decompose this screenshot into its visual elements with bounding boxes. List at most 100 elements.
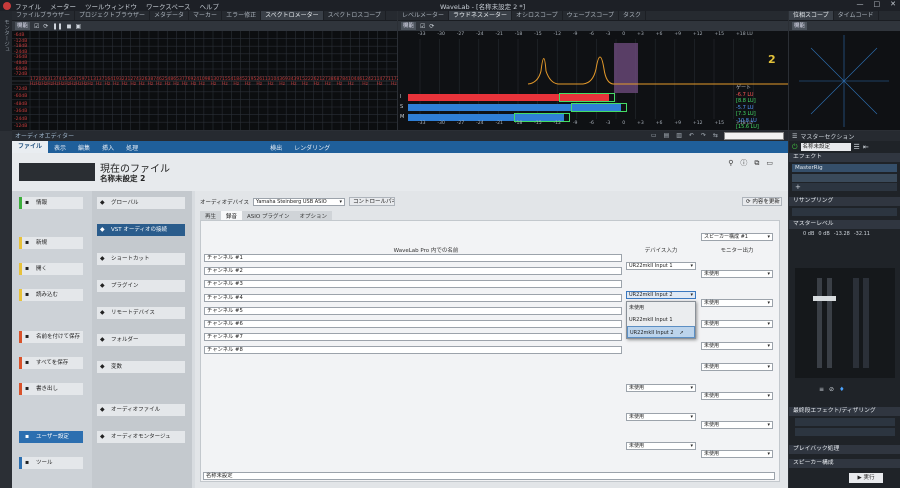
undo-icon[interactable]: ↶ [689,132,694,139]
loudness-refresh-icon[interactable]: ⟳ [429,23,434,30]
check-icon[interactable]: ☑ [34,23,39,30]
tab-project-browser[interactable]: プロジェクトブラウザー [75,11,151,20]
close-button[interactable]: ✕ [890,0,896,8]
tab-insert[interactable]: 挿入 [96,143,120,152]
nav-item-5[interactable]: ▪ すべてを保存 [19,357,83,369]
playback-processing-header[interactable]: プレイバック処理 [789,445,900,454]
tab-analyze[interactable]: 検出 [264,143,288,152]
monitor-output-select[interactable]: 未使用 [701,362,773,371]
monitor-output-select[interactable]: 未使用 [701,299,773,308]
settings-item-1[interactable]: ◆ VST オーディオの接続 [97,224,185,236]
device-input-select[interactable]: UR22mkII Input 1 [626,262,696,270]
tab-render[interactable]: レンダリング [288,143,336,152]
footer-name-field[interactable]: 名称未設定 [203,472,775,480]
tab-wavescope[interactable]: ウェーブスコープ [563,11,619,20]
nav-item-3[interactable]: ▪ 読み込む [19,289,83,301]
settings-item-6[interactable]: ◆ 変数 [97,361,185,373]
tab-spectroscope[interactable]: スペクトロスコープ [324,11,386,20]
monitor-output-select[interactable]: 未使用 [701,270,773,278]
loudness-function-button[interactable]: 機能 [401,22,417,30]
nav-item-0[interactable]: ▪ 情報 [19,197,83,209]
tab-process[interactable]: 処理 [120,143,144,152]
monitor-output-select[interactable]: 未使用 [701,421,773,430]
pin-icon[interactable]: ⚲ [728,159,733,167]
monitor-output-select[interactable]: 未使用 [701,392,773,400]
preset-arrow-icon[interactable]: ⇤ [863,143,869,151]
channel-name-field[interactable]: チャンネル #8 [204,346,622,355]
phase-function-button[interactable]: 機能 [792,22,808,30]
menu-meter[interactable]: メーター [50,1,76,11]
effects-header[interactable]: エフェクト [789,153,900,162]
nav-item-6[interactable]: ▪ 書き出し [19,383,83,395]
snapshot-icon[interactable]: ▣ [75,23,81,30]
control-panel-button[interactable]: コントロールパネル [348,197,395,206]
tab-task[interactable]: タスク [619,11,646,20]
preset-menu-icon[interactable]: ☰ [854,143,860,151]
speaker-config-select[interactable]: スピーカー構成 #1 [701,233,773,241]
channel-name-field[interactable]: チャンネル #7 [204,333,622,342]
audio-device-select[interactable]: Yamaha Steinberg USB ASIO [252,197,345,206]
tab-edit[interactable]: 編集 [72,143,96,152]
render-button[interactable]: ▶ 実行 [849,473,883,483]
channel-name-field[interactable]: チャンネル #5 [204,306,622,315]
settings-item-4[interactable]: ◆ リモートデバイス [97,307,185,319]
menu-workspace[interactable]: ワークスペース [146,1,191,11]
function-button[interactable]: 機能 [15,22,31,30]
screenshot-icon[interactable]: ▭ [651,132,657,139]
editor-file-selector[interactable] [724,132,784,140]
channel-name-field[interactable]: チャンネル #6 [204,320,622,328]
device-input-select[interactable]: 未使用 [626,442,696,451]
tab-oscilloscope[interactable]: オシロスコープ [512,11,563,20]
tab-file-browser[interactable]: ファイルブラウザー [12,11,76,20]
monitor-output-select[interactable]: 未使用 [701,450,773,459]
effect-slot-add[interactable]: + [792,183,897,191]
montage-strip-label[interactable]: モンタージュ [2,19,10,52]
tab-timecode[interactable]: タイムコード [834,11,879,20]
tab-error-correction[interactable]: エラー修正 [222,11,262,20]
speaker-config-header[interactable]: スピーカー構成 [789,459,900,468]
redo-icon[interactable]: ↷ [701,132,706,139]
dropdown-option-input2[interactable]: UR22mkII Input 2 ➚ [627,326,695,338]
master-level-header[interactable]: マスターレベル [789,220,900,229]
copy-icon[interactable]: ⧉ [754,159,759,168]
dropdown-option-input1[interactable]: UR22mkII Input 1 [627,314,695,326]
settings-item-2[interactable]: ◆ ショートカット [97,253,185,265]
tab-spectrometer[interactable]: スペクトロメーター [261,11,324,20]
channel-name-field[interactable]: チャンネル #3 [204,280,622,289]
link-icon[interactable]: ≡ [819,386,824,393]
channel-name-field[interactable]: チャンネル #2 [204,267,622,276]
effect-slot-masterrig[interactable]: MasterRig [792,164,897,172]
update-button[interactable]: ⟳ 内容を更新 [742,197,782,206]
channel-name-field[interactable]: チャンネル #4 [204,293,622,302]
nav-item-1[interactable]: ▪ 新規 [19,237,83,249]
final-fx-slot-1[interactable] [795,418,895,426]
device-input-select[interactable]: 未使用 [626,384,696,392]
camera-icon[interactable]: ◼ [67,23,72,30]
final-fx-header[interactable]: 最終段エフェクト/ディザリング [789,407,900,416]
tab-view[interactable]: 表示 [48,143,72,152]
monitor-output-select[interactable]: 未使用 [701,341,773,350]
power-icon[interactable]: ⏻ [792,143,798,152]
resampling-header[interactable]: リサンプリング [789,197,900,206]
split-icon[interactable]: ⇆ [713,132,718,139]
effect-slot-2[interactable] [792,174,897,182]
menu-file[interactable]: ファイル [15,1,41,11]
settings-item-3[interactable]: ◆ プラグイン [97,280,185,292]
folder-icon-top[interactable]: ▤ [664,132,670,139]
settings-item-0[interactable]: ◆ グローバル [97,197,185,209]
settings-item-8[interactable]: ◆ オーディオモンタージュ [97,431,185,443]
save-icon-top[interactable]: ▥ [676,132,682,139]
nav-item-8[interactable]: ▪ ツール [19,457,83,469]
loudness-check-icon[interactable]: ☑ [420,23,425,30]
tab-loudness-meter[interactable]: ラウドネスメーター [449,11,513,20]
tab-marker[interactable]: マーカー [189,11,223,20]
menu-help[interactable]: ヘルプ [200,1,220,11]
preset-field[interactable]: 名称未設定 [800,143,851,151]
info-circle-icon[interactable]: ⓘ [740,158,747,168]
fader-handle-right[interactable] [823,296,836,301]
dropdown-option-unused[interactable]: 未使用 [627,302,695,314]
monitor-output-select[interactable]: 未使用 [701,320,773,329]
menu-tool-window[interactable]: ツールウィンドウ [85,1,137,11]
refresh-icon[interactable]: ⟳ [43,23,48,30]
maximize-button[interactable]: □ [874,0,881,8]
